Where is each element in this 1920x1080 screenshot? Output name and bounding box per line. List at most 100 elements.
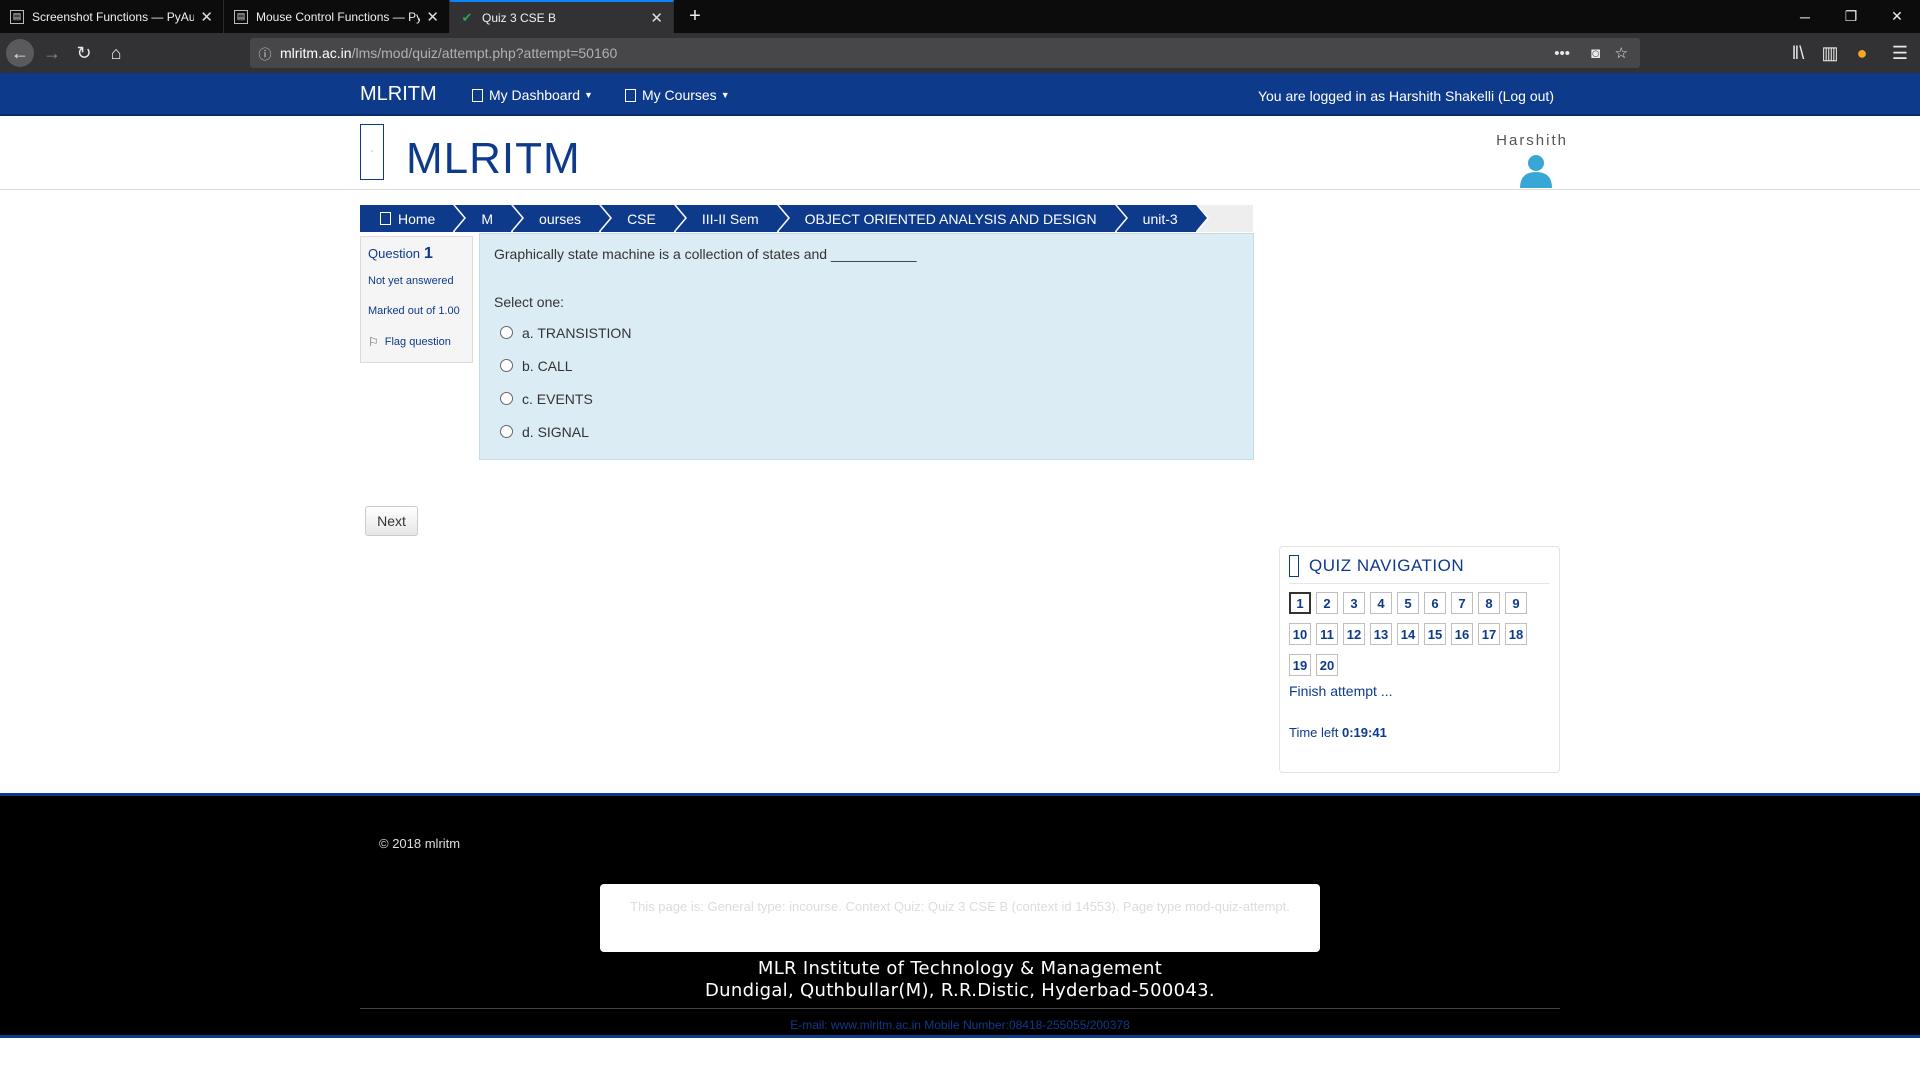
minimize-button[interactable]: ─ [1782,0,1828,33]
info-icon[interactable]: ⓘ [250,44,280,63]
url-text[interactable]: mlritm.ac.in/lms/mod/quiz/attempt.php?at… [280,45,617,61]
select-prompt: Select one: [494,294,565,310]
page: MLRITM My Dashboard ▼ My Courses ▼ You a… [0,73,1920,1080]
answer-option-b[interactable]: b. CALL [494,349,1239,382]
close-icon[interactable]: ✕ [426,8,439,26]
answer-label[interactable]: d. SIGNAL [522,424,589,440]
page-actions-icon[interactable]: ••• [1554,38,1570,68]
quiz-nav-question-button[interactable]: 7 [1451,592,1473,614]
breadcrumb-label: OBJECT ORIENTED ANALYSIS AND DESIGN [804,210,1097,227]
quiz-nav-question-button[interactable]: 1 [1289,592,1311,614]
browser-navbar: ← → ↻ ⌂ ⓘ mlritm.ac.in/lms/mod/quiz/atte… [0,33,1920,73]
radio-button[interactable] [500,425,513,438]
close-icon[interactable]: ✕ [200,8,213,26]
answer-list: a. TRANSISTION b. CALL c. EVENTS d. SIGN… [494,316,1239,448]
site-top-navbar: MLRITM My Dashboard ▼ My Courses ▼ You a… [0,73,1920,116]
home-icon [380,212,391,225]
close-icon[interactable]: ✕ [650,9,663,27]
extension-icon[interactable]: ● [1848,39,1876,67]
question-text: Graphically state machine is a collectio… [494,246,917,262]
user-name[interactable]: Harshith [1496,132,1568,149]
answer-option-d[interactable]: d. SIGNAL [494,415,1239,448]
answer-option-c[interactable]: c. EVENTS [494,382,1239,415]
quiz-nav-question-button[interactable]: 4 [1370,592,1392,614]
quiz-navigation-block: QUIZ NAVIGATION 1 2 3 4 5 6 7 8 9 10 11 12 13 14 15 16 1… [1279,546,1560,773]
browser-tab-screenshot-functions[interactable]: ▤ Screenshot Functions — PyAut ✕ [0,0,224,33]
quiz-nav-question-button[interactable]: 20 [1316,654,1338,676]
brand-link[interactable]: MLRITM [360,83,437,106]
question-grade: Marked out of 1.00 [368,305,460,317]
hamburger-menu-icon[interactable]: ☰ [1886,39,1914,67]
tab-title: Quiz 3 CSE B [482,10,557,25]
breadcrumb-label: ourses [539,210,582,227]
quiz-nav-question-button[interactable]: 16 [1451,623,1473,645]
library-icon[interactable]: ‖\ [1784,39,1812,67]
browser-tab-mouse-control[interactable]: ▤ Mouse Control Functions — Py ✕ [224,0,450,33]
window-close-button[interactable]: ✕ [1874,0,1920,33]
user-avatar-icon[interactable] [1518,152,1554,188]
breadcrumb-courses[interactable]: ourses [513,205,613,232]
forward-arrow-icon[interactable]: → [38,39,66,67]
quiz-nav-question-button[interactable]: 17 [1478,623,1500,645]
quiz-nav-question-button[interactable]: 6 [1424,592,1446,614]
answer-label[interactable]: a. TRANSISTION [522,325,631,341]
browser-tab-bar: ▤ Screenshot Functions — PyAut ✕ ▤ Mouse… [0,0,1920,33]
answer-label[interactable]: c. EVENTS [522,391,593,407]
quiz-nav-question-button[interactable]: 15 [1424,623,1446,645]
quiz-nav-question-button[interactable]: 8 [1478,592,1500,614]
flag-question-button[interactable]: ⚐ Flag question [368,335,465,349]
radio-button[interactable] [500,326,513,339]
finish-attempt-link[interactable]: Finish attempt ... [1289,683,1550,699]
quiz-nav-question-button[interactable]: 10 [1289,623,1311,645]
radio-button[interactable] [500,359,513,372]
sidebar-icon[interactable]: ▥ [1816,39,1844,67]
home-icon[interactable]: ⌂ [102,39,130,67]
quiz-nav-question-button[interactable]: 14 [1397,623,1419,645]
back-arrow-icon[interactable]: ← [6,39,34,67]
question-state: Not yet answered [368,275,454,287]
url-bar[interactable]: ⓘ mlritm.ac.in/lms/mod/quiz/attempt.php?… [250,38,1640,68]
breadcrumb-label: CSE [627,210,656,227]
answer-label[interactable]: b. CALL [522,358,573,374]
new-tab-button[interactable]: + [680,0,710,33]
quiz-nav-question-button[interactable]: 3 [1343,592,1365,614]
breadcrumb-unit[interactable]: unit-3 [1116,205,1209,232]
quiz-nav-question-button[interactable]: 19 [1289,654,1311,676]
answer-option-a[interactable]: a. TRANSISTION [494,316,1239,349]
my-dashboard-label: My Dashboard [489,87,581,103]
breadcrumb-course[interactable]: OBJECT ORIENTED ANALYSIS AND DESIGN [778,205,1128,232]
logout-link[interactable]: Log out [1503,88,1550,104]
pocket-icon[interactable]: ◙ [1591,38,1600,68]
quiz-nav-question-button[interactable]: 5 [1397,592,1419,614]
restore-button[interactable]: ❐ [1828,0,1874,33]
next-button[interactable]: Next [365,506,418,536]
flag-question-label: Flag question [384,336,451,348]
bookmark-star-icon[interactable]: ☆ [1615,38,1628,68]
quiz-nav-question-button[interactable]: 13 [1370,623,1392,645]
question-number-value: 1 [424,245,433,262]
breadcrumb-home[interactable]: Home [360,205,467,232]
quiz-nav-question-button[interactable]: 2 [1316,592,1338,614]
breadcrumb-label: unit-3 [1142,210,1178,227]
time-left: Time left 0:19:41 [1289,725,1550,740]
site-footer: © 2018 mlritm This page is: General type… [0,793,1920,1038]
radio-button[interactable] [500,392,513,405]
contact-info[interactable]: E-mail: www.mlritm.ac.in Mobile Number:0… [0,1018,1920,1032]
site-header: ▫ MLRITM Harshith [0,118,1920,190]
login-info: You are logged in as Harshith Shakelli (… [1258,88,1554,104]
site-name[interactable]: MLRITM [406,134,581,184]
breadcrumb-semester[interactable]: III-II Sem [675,205,790,232]
my-courses-menu[interactable]: My Courses ▼ [625,87,730,103]
quiz-nav-question-button[interactable]: 18 [1505,623,1527,645]
courses-icon [625,88,636,102]
site-logo[interactable]: ▫ [360,124,384,180]
breadcrumb-label: III-II Sem [701,210,759,227]
quiz-nav-question-button[interactable]: 11 [1316,623,1338,645]
browser-tab-quiz[interactable]: ✔ Quiz 3 CSE B ✕ [450,0,674,33]
caret-down-icon: ▼ [720,90,730,100]
quiz-nav-question-button[interactable]: 9 [1505,592,1527,614]
copyright-text: © 2018 mlritm [379,836,461,851]
quiz-nav-question-button[interactable]: 12 [1343,623,1365,645]
reload-icon[interactable]: ↻ [70,39,98,67]
my-dashboard-menu[interactable]: My Dashboard ▼ [472,87,593,103]
